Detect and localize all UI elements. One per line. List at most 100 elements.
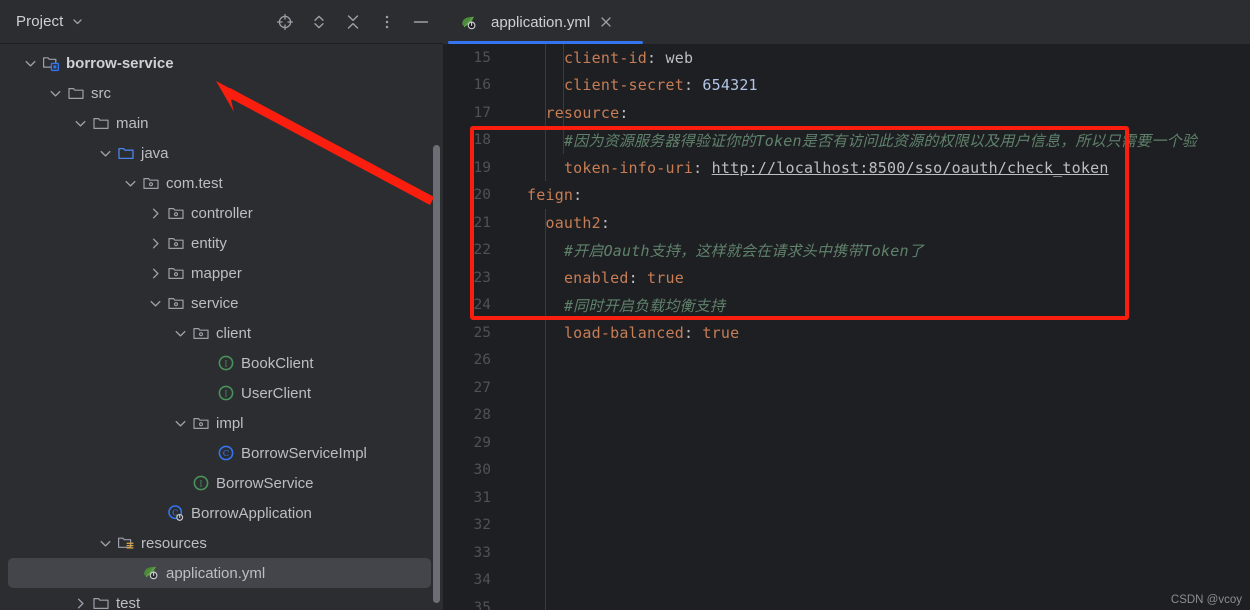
fold-gutter[interactable] [505,292,527,320]
chevron-down-icon[interactable] [147,295,163,311]
token-comment: #因为资源服务器得验证你的Token是否有访问此资源的权限以及用户信息，所以只需… [564,132,1197,150]
chevron-down-icon[interactable] [47,85,63,101]
chevron-down-icon[interactable] [22,55,38,71]
line-number: 28 [443,407,505,423]
code-line[interactable]: 19 token-info-uri: http://localhost:8500… [443,154,1250,182]
token-punct: : [684,76,702,94]
chevron-down-icon[interactable] [97,535,113,551]
module-folder-icon [42,54,60,72]
tree-item[interactable]: resources [0,528,443,558]
chevron-right-icon[interactable] [72,595,88,610]
fold-gutter[interactable] [505,44,527,72]
tree-item[interactable]: main [0,108,443,138]
fold-gutter[interactable] [505,237,527,265]
project-tree[interactable]: borrow-servicesrcmainjavacom.testcontrol… [0,45,443,610]
chevron-down-icon[interactable] [71,15,84,28]
project-tree-scrollbar[interactable] [433,145,440,603]
tree-item[interactable]: client [0,318,443,348]
fold-gutter[interactable] [505,567,527,595]
chevron-down-icon[interactable] [72,115,88,131]
tree-item-selected[interactable]: application.yml [8,558,431,588]
fold-gutter[interactable] [505,374,527,402]
fold-gutter[interactable] [505,539,527,567]
chevron-down-icon[interactable] [172,415,188,431]
interface-icon: I [192,474,210,492]
fold-gutter[interactable] [505,264,527,292]
fold-gutter[interactable] [505,594,527,610]
tree-item-label: service [191,296,239,311]
token-punct: : [619,104,628,122]
code-line[interactable]: 35 [443,594,1250,610]
expand-collapse-icon[interactable] [309,12,329,32]
token-num: 654321 [702,76,757,94]
code-line[interactable]: 34 [443,567,1250,595]
line-number: 24 [443,297,505,313]
fold-gutter[interactable] [505,209,527,237]
panel-title[interactable]: Project [16,13,63,30]
code-line[interactable]: 31 [443,484,1250,512]
tree-item[interactable]: IBookClient [0,348,443,378]
fold-gutter[interactable] [505,347,527,375]
collapse-all-icon[interactable] [343,12,363,32]
code-line[interactable]: 25 load-balanced: true [443,319,1250,347]
tree-item-label: test [116,596,140,610]
code-line[interactable]: 27 [443,374,1250,402]
line-number: 21 [443,215,505,231]
tree-item[interactable]: mapper [0,258,443,288]
minimize-icon[interactable] [411,12,431,32]
fold-gutter[interactable] [505,484,527,512]
close-icon[interactable] [598,14,614,30]
tree-item[interactable]: src [0,78,443,108]
code-line[interactable]: 22 #开启Oauth支持，这样就会在请求头中携带Token了 [443,237,1250,265]
fold-gutter[interactable] [505,182,527,210]
tree-item[interactable]: IBorrowService [0,468,443,498]
fold-gutter[interactable] [505,402,527,430]
line-number: 26 [443,352,505,368]
code-line[interactable]: 30 [443,457,1250,485]
code-line[interactable]: 20feign: [443,182,1250,210]
code-line[interactable]: 23 enabled: true [443,264,1250,292]
tree-item[interactable]: borrow-service [0,48,443,78]
tree-item[interactable]: java [0,138,443,168]
chevron-down-icon[interactable] [97,145,113,161]
tree-item[interactable]: com.test [0,168,443,198]
fold-gutter[interactable] [505,457,527,485]
tab-application-yml[interactable]: application.yml [443,0,626,44]
package-icon [167,234,185,252]
tree-item[interactable]: CBorrowApplication [0,498,443,528]
fold-gutter[interactable] [505,72,527,100]
code-text: #因为资源服务器得验证你的Token是否有访问此资源的权限以及用户信息，所以只需… [527,130,1250,151]
code-editor[interactable]: 15 client-id: web16 client-secret: 65432… [443,44,1250,610]
tree-item[interactable]: entity [0,228,443,258]
chevron-right-icon[interactable] [147,205,163,221]
tree-item[interactable]: service [0,288,443,318]
fold-gutter[interactable] [505,319,527,347]
locate-icon[interactable] [275,12,295,32]
tree-item[interactable]: test [0,588,443,610]
folder-icon [92,114,110,132]
chevron-right-icon[interactable] [147,265,163,281]
chevron-right-icon[interactable] [147,235,163,251]
tree-item-label: client [216,326,251,341]
code-line[interactable]: 28 [443,402,1250,430]
code-line[interactable]: 29 [443,429,1250,457]
fold-gutter[interactable] [505,127,527,155]
code-line[interactable]: 33 [443,539,1250,567]
more-options-icon[interactable] [377,12,397,32]
code-line[interactable]: 24 #同时开启负载均衡支持 [443,292,1250,320]
chevron-down-icon[interactable] [172,325,188,341]
fold-gutter[interactable] [505,429,527,457]
tree-item[interactable]: IUserClient [0,378,443,408]
fold-gutter[interactable] [505,154,527,182]
code-line[interactable]: 26 [443,347,1250,375]
indent-guide [563,44,564,154]
tree-item[interactable]: CBorrowServiceImpl [0,438,443,468]
fold-gutter[interactable] [505,99,527,127]
chevron-down-icon[interactable] [122,175,138,191]
fold-gutter[interactable] [505,512,527,540]
code-line[interactable]: 21 oauth2: [443,209,1250,237]
tree-item[interactable]: controller [0,198,443,228]
tree-item[interactable]: impl [0,408,443,438]
token-val: web [665,49,693,67]
code-line[interactable]: 32 [443,512,1250,540]
